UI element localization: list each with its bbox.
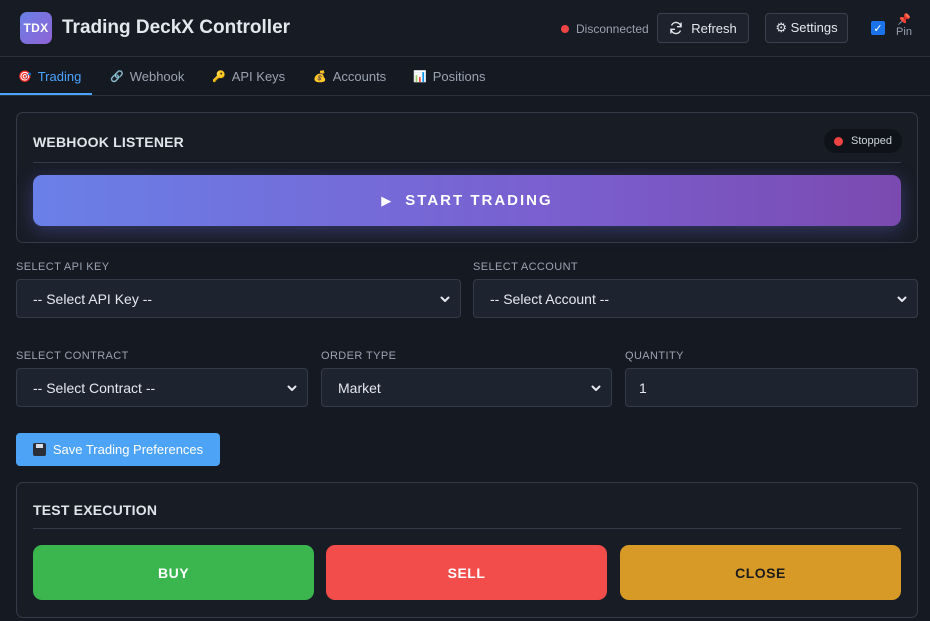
tab-accounts[interactable]: 💰 Accounts <box>313 57 386 95</box>
floppy-disk-icon <box>32 443 46 456</box>
chevron-down-icon <box>591 385 601 391</box>
money-bag-icon: 💰 <box>313 70 327 83</box>
pin-icon: 📌 <box>897 14 911 26</box>
settings-button[interactable]: ⚙ Settings <box>765 13 848 43</box>
tab-bar: 🎯 Trading 🔗 Webhook 🔑 API Keys 💰 Account… <box>0 57 930 96</box>
save-preferences-label: Save Trading Preferences <box>52 442 204 457</box>
app-logo: TDX <box>20 12 52 44</box>
quantity-value: 1 <box>639 379 647 396</box>
start-trading-button[interactable]: ▶ START TRADING <box>33 175 901 226</box>
target-icon: 🎯 <box>18 70 32 83</box>
close-button[interactable]: CLOSE <box>620 545 901 600</box>
contract-select[interactable]: -- Select Contract -- <box>16 368 308 407</box>
order-type-label: ORDER TYPE <box>321 350 397 362</box>
connection-status: Disconnected <box>561 22 649 36</box>
key-icon: 🔑 <box>212 70 226 83</box>
chevron-down-icon <box>287 385 297 391</box>
tab-trading[interactable]: 🎯 Trading <box>18 57 81 95</box>
order-type-select[interactable]: Market <box>321 368 612 407</box>
account-label: SELECT ACCOUNT <box>473 261 579 273</box>
play-icon: ▶ <box>381 192 394 208</box>
app-title: Trading DeckX Controller <box>62 17 291 38</box>
tab-label: Positions <box>432 68 486 84</box>
test-panel-title: TEST EXECUTION <box>33 502 158 518</box>
api-key-select-value: -- Select API Key -- <box>33 290 153 307</box>
tab-webhook[interactable]: 🔗 Webhook <box>110 57 184 95</box>
account-select-value: -- Select Account -- <box>490 290 610 307</box>
chevron-down-icon <box>440 296 450 302</box>
connection-status-text: Disconnected <box>576 22 649 36</box>
active-tab-indicator <box>0 93 92 95</box>
tab-positions[interactable]: 📊 Positions <box>413 57 485 95</box>
status-dot-icon <box>561 25 569 33</box>
refresh-label: Refresh <box>691 20 737 36</box>
settings-label: ⚙ Settings <box>775 20 838 35</box>
buy-button[interactable]: BUY <box>33 545 314 600</box>
quantity-label: QUANTITY <box>625 350 684 362</box>
api-key-label: SELECT API KEY <box>16 261 110 273</box>
tab-api-keys[interactable]: 🔑 API Keys <box>212 57 285 95</box>
contract-label: SELECT CONTRACT <box>16 350 129 362</box>
refresh-button[interactable]: Refresh <box>657 13 749 43</box>
save-preferences-button[interactable]: Save Trading Preferences <box>16 433 220 466</box>
listener-status-badge: Stopped <box>824 129 902 153</box>
pin-toggle[interactable]: 📌 Pin <box>894 14 914 38</box>
refresh-icon <box>670 21 683 35</box>
contract-select-value: -- Select Contract -- <box>33 379 156 396</box>
tab-label: API Keys <box>231 68 286 84</box>
api-key-select[interactable]: -- Select API Key -- <box>16 279 461 318</box>
webhook-panel-title: WEBHOOK LISTENER <box>33 134 184 150</box>
quantity-input[interactable]: 1 <box>625 368 918 407</box>
sell-button[interactable]: SELL <box>326 545 607 600</box>
order-type-select-value: Market <box>338 379 381 396</box>
webhook-listener-panel: WEBHOOK LISTENER Stopped ▶ START TRADING <box>16 112 918 243</box>
pin-checkbox[interactable]: ✓ <box>871 21 885 35</box>
link-icon: 🔗 <box>110 70 124 83</box>
chevron-down-icon <box>897 296 907 302</box>
divider <box>33 162 901 163</box>
divider <box>33 528 901 529</box>
status-dot-icon <box>834 136 843 146</box>
tab-label: Accounts <box>332 68 387 84</box>
chart-icon: 📊 <box>413 70 427 83</box>
app-header: TDX Trading DeckX Controller Disconnecte… <box>0 0 930 57</box>
tab-label: Webhook <box>129 68 185 84</box>
account-select[interactable]: -- Select Account -- <box>473 279 918 318</box>
pin-label: Pin <box>896 26 912 38</box>
test-execution-panel: TEST EXECUTION BUY SELL CLOSE <box>16 482 918 618</box>
listener-status-text: Stopped <box>851 135 892 147</box>
start-trading-label: START TRADING <box>405 192 553 209</box>
tab-label: Trading <box>37 68 82 84</box>
